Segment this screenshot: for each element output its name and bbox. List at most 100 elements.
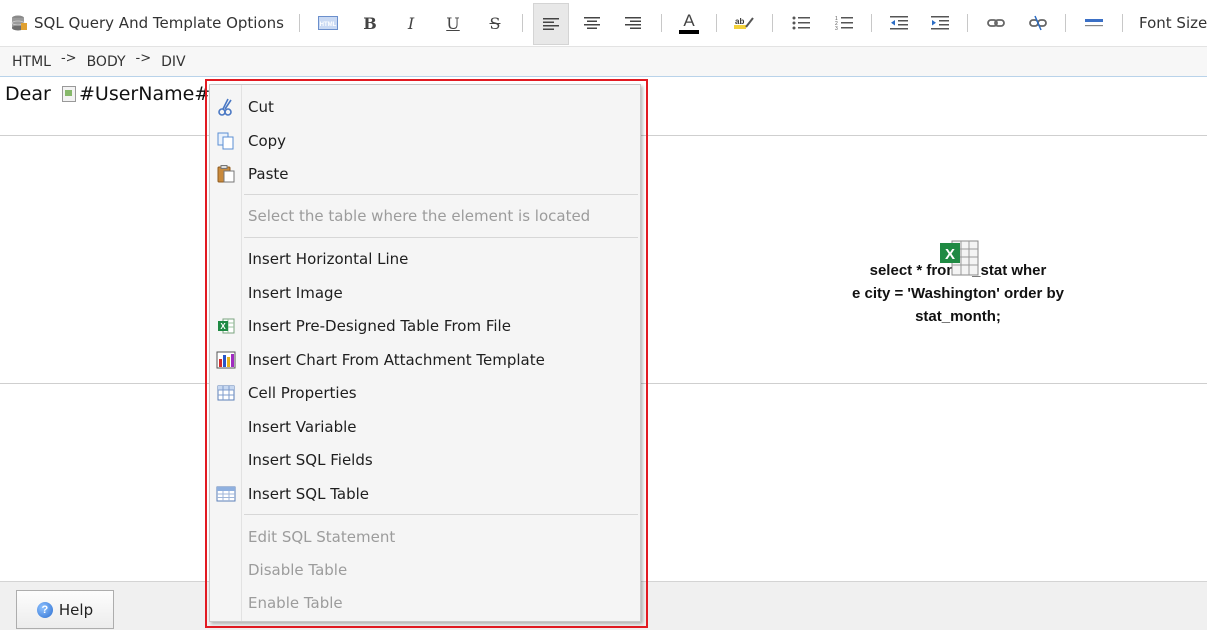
underline-button[interactable]: U [436,5,470,41]
svg-text:ab: ab [735,17,744,26]
toolbar-separator [871,14,872,32]
html-source-button[interactable]: HTML [311,5,345,41]
spell-check-button[interactable]: ab [727,5,761,41]
link-button[interactable] [979,5,1013,41]
toolbar-title: SQL Query And Template Options [34,14,284,32]
font-size-dropdown[interactable]: Font Size [1139,5,1207,41]
svg-text:X: X [220,322,226,331]
toolbar-separator [1065,14,1066,32]
underline-icon: U [446,13,460,33]
font-color-icon: A [683,10,695,30]
menu-item-insert-sql-fields[interactable]: Insert SQL Fields [210,445,640,475]
menu-separator [244,194,638,195]
breadcrumb: HTML -> BODY -> DIV [0,47,1207,77]
align-center-button[interactable] [575,5,609,41]
align-right-button[interactable] [616,5,650,41]
svg-text:3: 3 [835,26,838,31]
strikethrough-button[interactable]: S [478,5,512,41]
toolbar-separator [716,14,717,32]
menu-item-label: Insert Horizontal Line [248,250,409,268]
bold-button[interactable]: B [353,5,387,41]
breadcrumb-item-body[interactable]: BODY [87,54,126,70]
toolbar-separator [299,14,300,32]
scissors-icon [218,98,232,116]
excel-icon: X [218,318,235,334]
copy-icon [217,132,234,150]
database-icon [11,15,27,31]
indent-icon [931,16,949,30]
align-right-icon [625,17,641,29]
menu-item-label: Enable Table [248,594,343,612]
toolbar-separator [661,14,662,32]
paste-icon [217,165,235,183]
unlink-button[interactable] [1021,5,1055,41]
html-icon: HTML [318,16,338,30]
table-grid-icon [217,385,235,401]
number-list-icon: 1 2 3 [835,16,853,31]
chart-icon [216,351,236,369]
outdent-button[interactable] [882,5,916,41]
font-color-button[interactable]: A [672,5,706,41]
font-size-label: Font Size [1139,14,1207,32]
strikethrough-icon: S [489,13,501,33]
menu-separator [244,514,638,515]
toolbar-separator [522,14,523,32]
svg-text:HTML: HTML [320,22,337,28]
menu-item-label: Disable Table [248,561,348,579]
toolbar-separator [1122,14,1123,32]
font-color-swatch [679,29,699,34]
breadcrumb-item-html[interactable]: HTML [12,54,51,70]
broken-image-icon [62,86,76,102]
unlink-icon [1029,15,1047,31]
menu-item-label: Insert Variable [248,418,357,436]
help-button-label: Help [58,600,94,619]
indent-button[interactable] [923,5,957,41]
username-variable-image[interactable]: #UserName# [62,83,210,105]
breadcrumb-separator: -> [60,51,77,66]
menu-item-insert-horizontal-line[interactable]: Insert Horizontal Line [210,244,640,274]
menu-item-label: Select the table where the element is lo… [248,207,591,225]
breadcrumb-item-div[interactable]: DIV [161,54,186,70]
align-center-icon [584,17,600,29]
sql-table-icon [216,486,236,502]
bold-icon: B [363,13,377,33]
align-left-button[interactable] [533,3,569,45]
menu-separator [244,237,638,238]
sql-options-button[interactable]: SQL Query And Template Options [10,5,290,41]
menu-item-select-table: Select the table where the element is lo… [210,201,640,231]
menu-item-label: Insert Pre-Designed Table From File [248,317,511,335]
menu-item-label: Copy [248,132,287,150]
menu-item-cut[interactable]: Cut [210,92,640,122]
italic-button[interactable]: I [394,5,428,41]
menu-item-insert-sql-table[interactable]: Insert SQL Table [210,479,640,509]
bullet-list-icon [792,16,810,30]
excel-table-icon[interactable]: X [938,237,980,279]
toolbar-separator [772,14,773,32]
menu-item-edit-sql-statement: Edit SQL Statement [210,522,640,552]
greeting-text: Dear [5,83,51,105]
menu-item-paste[interactable]: Paste [210,159,640,189]
username-variable-text: #UserName# [79,83,211,105]
sql-line: stat_month; [915,308,1001,325]
bullet-list-button[interactable] [784,5,818,41]
menu-item-insert-image[interactable]: Insert Image [210,278,640,308]
menu-item-insert-predesigned-table[interactable]: X Insert Pre-Designed Table From File [210,311,640,341]
horizontal-rule-button[interactable] [1077,5,1111,41]
menu-item-disable-table: Disable Table [210,555,640,585]
menu-item-insert-chart[interactable]: Insert Chart From Attachment Template [210,345,640,375]
menu-item-label: Insert SQL Fields [248,451,373,469]
menu-item-copy[interactable]: Copy [210,126,640,156]
menu-item-label: Insert Image [248,284,343,302]
help-button[interactable]: ? Help [16,590,114,629]
align-left-icon [543,18,559,30]
menu-item-enable-table: Enable Table [210,588,640,618]
spell-check-icon: ab [734,17,754,29]
horizontal-rule-icon [1085,19,1103,27]
help-icon: ? [36,601,53,618]
menu-item-label: Insert SQL Table [248,485,370,503]
menu-item-label: Cell Properties [248,384,357,402]
number-list-button[interactable]: 1 2 3 [827,5,861,41]
menu-item-cell-properties[interactable]: Cell Properties [210,378,640,408]
menu-item-insert-variable[interactable]: Insert Variable [210,412,640,442]
menu-item-label: Cut [248,98,274,116]
